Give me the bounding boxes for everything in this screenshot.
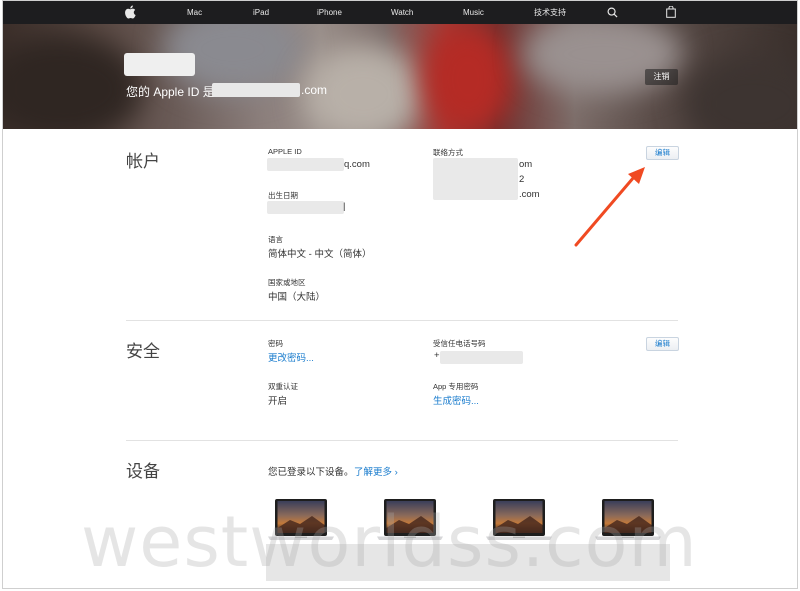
laptop-device-icon[interactable] [266,498,336,544]
account-section-title: 帐户 [126,152,160,171]
birthday-value: | [343,201,346,212]
trusted-phone-redacted [440,351,523,364]
search-icon[interactable] [607,7,618,18]
nav-item-music[interactable]: Music [463,1,484,24]
contact-label: 联络方式 [433,148,463,157]
nav-item-ipad[interactable]: iPad [253,1,269,24]
laptop-device-icon[interactable] [375,498,445,544]
contact-line-2: 2 [519,174,525,185]
language-value: 简体中文 - 中文（简体） [268,249,372,260]
apple-id-label: APPLE ID [268,147,302,156]
learn-more-link[interactable]: 了解更多 › [354,464,398,478]
user-name-redacted [124,53,195,76]
account-edit-button[interactable]: 编辑 [646,146,679,160]
contact-redacted [433,158,518,200]
contact-line-1: om [519,159,533,170]
device-names-redacted [266,544,670,581]
section-divider [126,320,678,321]
devices-section-title: 设备 [126,462,160,481]
birthday-redacted [267,201,344,214]
apple-id-page: Mac iPad iPhone Watch Music 技术支持 您的 Appl… [2,0,798,589]
two-factor-value: 开启 [268,396,288,407]
security-section-title: 安全 [126,342,160,361]
devices-intro-text: 您已登录以下设备。 [268,467,354,478]
trusted-phone-prefix: + [434,350,440,361]
app-password-label: App 专用密码 [433,382,479,391]
nav-item-support[interactable]: 技术支持 [534,1,566,24]
nav-item-iphone[interactable]: iPhone [317,1,342,24]
laptop-device-icon[interactable] [593,498,663,544]
apple-id-greeting-suffix: .com [301,83,328,97]
region-value: 中国（大陆） [268,292,326,303]
generate-password-link[interactable]: 生成密码... [433,393,479,407]
nav-item-mac[interactable]: Mac [187,1,202,24]
hero-banner: 您的 Apple ID 是 .com 注销 [3,24,797,129]
region-label: 国家或地区 [268,278,306,287]
global-nav: Mac iPad iPhone Watch Music 技术支持 [3,1,797,24]
annotation-arrow [574,167,645,247]
logout-button[interactable]: 注销 [645,69,678,85]
laptop-device-icon[interactable] [484,498,554,544]
section-divider [126,440,678,441]
shopping-bag-icon[interactable] [666,6,676,18]
apple-id-greeting: 您的 Apple ID 是 [126,85,215,99]
apple-id-redacted [267,158,344,171]
apple-id-value: q.com [344,159,370,170]
security-edit-button[interactable]: 编辑 [646,337,679,351]
change-password-link[interactable]: 更改密码... [268,350,314,364]
two-factor-label: 双重认证 [268,382,298,391]
birthday-label: 出生日期 [268,191,298,200]
contact-line-3: .com [519,189,540,200]
nav-item-watch[interactable]: Watch [391,1,413,24]
language-label: 语言 [268,235,283,244]
email-redacted [212,83,300,97]
password-label: 密码 [268,339,283,348]
trusted-phone-label: 受信任电话号码 [433,339,486,348]
apple-logo-icon[interactable] [124,5,136,19]
